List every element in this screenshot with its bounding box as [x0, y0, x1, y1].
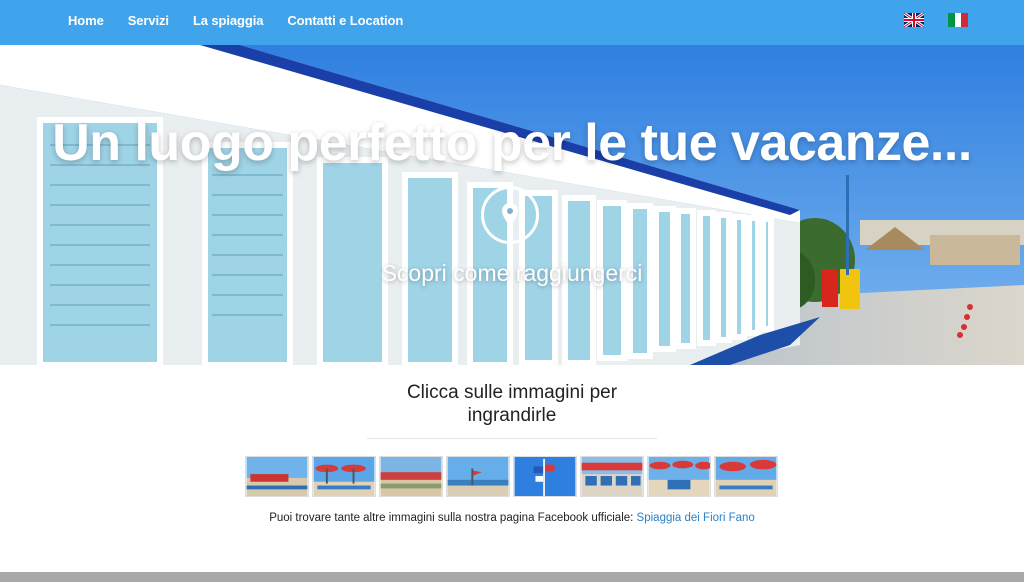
facebook-note: Puoi trovare tante altre immagini sulla … — [0, 512, 1024, 524]
uk-flag-icon[interactable] — [904, 13, 924, 27]
language-switcher — [904, 13, 968, 27]
italy-flag-icon[interactable] — [948, 13, 968, 27]
gallery-thumb-6[interactable] — [580, 456, 644, 497]
nav-item-home[interactable]: Home — [68, 13, 104, 28]
gallery-thumb-8[interactable] — [714, 456, 778, 497]
facebook-page-link[interactable]: Spiaggia dei Fiori Fano — [637, 512, 755, 524]
gallery-thumbnails — [245, 456, 778, 497]
hero-title: Un luogo perfetto per le tue vacanze... — [52, 114, 972, 172]
gallery-thumb-2[interactable] — [312, 456, 376, 497]
hero-banner: Un luogo perfetto per le tue vacanze... … — [0, 45, 1024, 365]
facebook-note-text: Puoi trovare tante altre immagini sulla … — [269, 512, 637, 524]
map-pin-icon — [502, 203, 518, 226]
gallery-thumb-7[interactable] — [647, 456, 711, 497]
nav-item-la-spiaggia[interactable]: La spiaggia — [193, 13, 264, 28]
gallery-title: Clicca sulle immagini per ingrandirle — [406, 382, 618, 426]
navbar: Home Servizi La spiaggia Contatti e Loca… — [0, 0, 1024, 45]
nav-item-contatti[interactable]: Contatti e Location — [287, 13, 403, 28]
nav-item-servizi[interactable]: Servizi — [128, 13, 169, 28]
gallery-thumb-5[interactable] — [513, 456, 577, 497]
footer-bar — [0, 572, 1024, 582]
gallery-thumb-1[interactable] — [245, 456, 309, 497]
divider — [367, 438, 657, 439]
gallery-thumb-3[interactable] — [379, 456, 443, 497]
gallery-thumb-4[interactable] — [446, 456, 510, 497]
location-button[interactable] — [481, 186, 539, 244]
nav-menu: Home Servizi La spiaggia Contatti e Loca… — [68, 0, 427, 40]
directions-link[interactable]: Scopri come raggiungerci — [0, 260, 1024, 287]
